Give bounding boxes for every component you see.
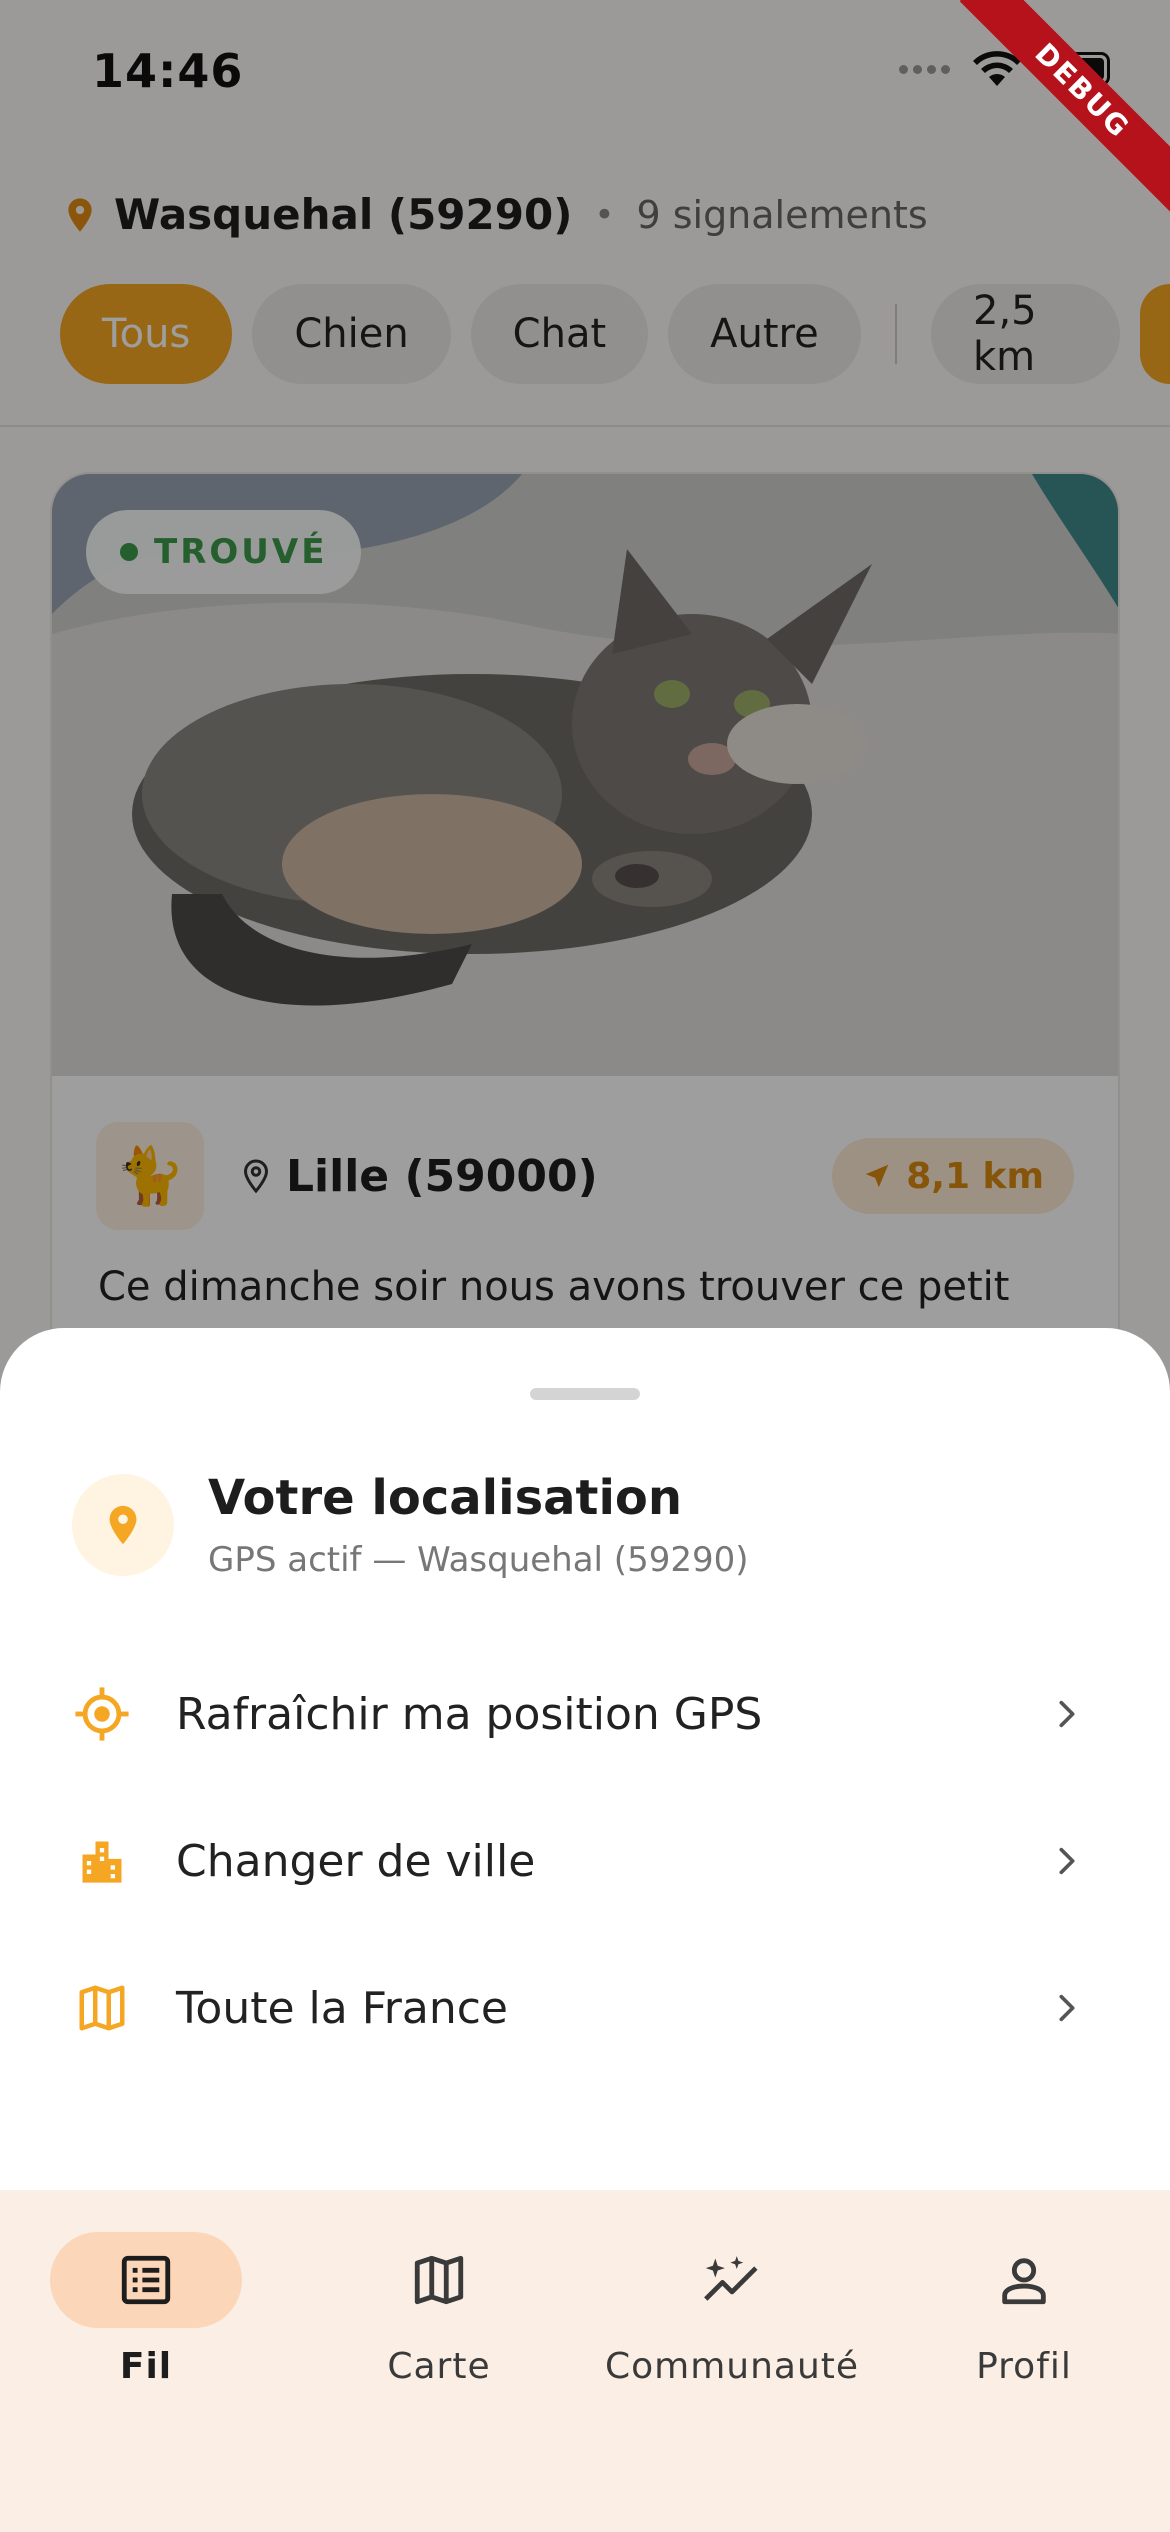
nav-label-fil: Fil xyxy=(119,2346,173,2387)
nav-label-carte: Carte xyxy=(387,2346,491,2387)
refresh-gps-label: Rafraîchir ma position GPS xyxy=(176,1688,763,1740)
sheet-subtitle: GPS actif — Wasquehal (59290) xyxy=(208,1540,749,1580)
chevron-right-icon xyxy=(1059,1700,1075,1728)
bottom-navigation: Fil Carte Communauté Profil xyxy=(0,2190,1170,2532)
all-france-item[interactable]: Toute la France xyxy=(0,1935,1170,2081)
nav-label-profil: Profil xyxy=(976,2346,1072,2387)
city-buildings-icon xyxy=(72,1831,132,1891)
refresh-gps-item[interactable]: Rafraîchir ma position GPS xyxy=(0,1641,1170,1787)
chevron-right-icon xyxy=(1059,1847,1075,1875)
nav-tab-communaute[interactable]: Communauté xyxy=(604,2232,860,2387)
location-bottom-sheet: Votre localisation GPS actif — Wasquehal… xyxy=(0,1328,1170,2190)
nav-tab-carte[interactable]: Carte xyxy=(314,2232,564,2387)
map-icon xyxy=(72,1978,132,2038)
change-city-item[interactable]: Changer de ville xyxy=(0,1788,1170,1934)
sparkle-trend-icon xyxy=(704,2256,758,2301)
gps-target-icon xyxy=(72,1684,132,1744)
all-france-label: Toute la France xyxy=(176,1982,508,2034)
nav-tab-fil[interactable]: Fil xyxy=(21,2232,271,2387)
map-icon xyxy=(414,2255,464,2305)
change-city-label: Changer de ville xyxy=(176,1835,536,1887)
location-pin-icon xyxy=(72,1474,174,1576)
sheet-title: Votre localisation xyxy=(208,1470,683,1526)
person-icon xyxy=(1002,2258,1046,2305)
nav-tab-profil[interactable]: Profil xyxy=(899,2232,1149,2387)
feed-list-icon xyxy=(121,2255,171,2305)
sheet-header: Votre localisation GPS actif — Wasquehal… xyxy=(72,1470,749,1580)
nav-label-communaute: Communauté xyxy=(604,2346,860,2387)
sheet-drag-handle[interactable] xyxy=(530,1388,640,1400)
chevron-right-icon xyxy=(1059,1994,1075,2022)
